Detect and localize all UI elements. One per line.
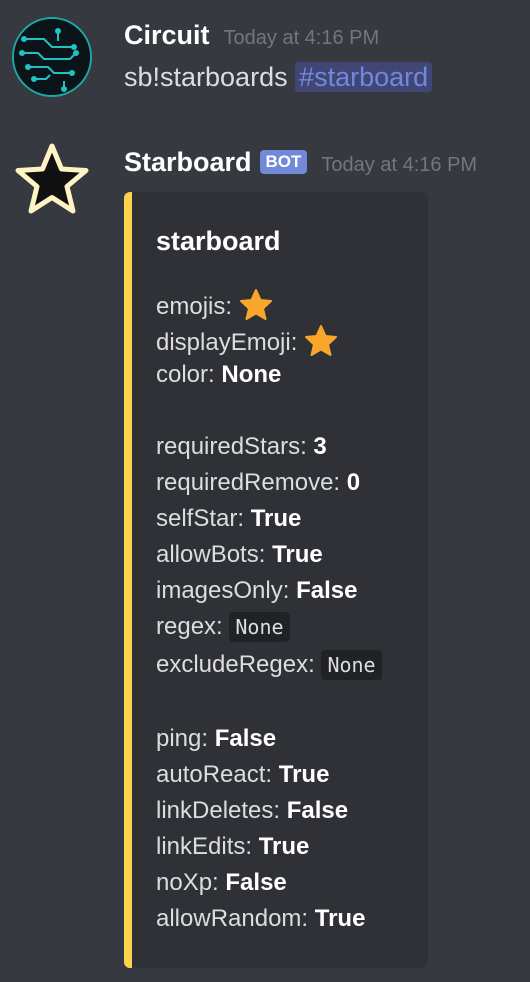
embed: starboard emojis: displayEmoji: color: N… bbox=[124, 192, 428, 968]
field-value: False bbox=[214, 725, 277, 752]
field-label: imagesOnly: bbox=[156, 577, 290, 604]
field-allowRandom: allowRandom: True bbox=[156, 904, 365, 934]
field-linkEdits: linkEdits: True bbox=[156, 832, 309, 862]
field-regex: regex: None bbox=[156, 612, 290, 642]
field-value: None bbox=[221, 361, 282, 388]
field-label: noXp: bbox=[156, 869, 219, 896]
field-ping: ping: False bbox=[156, 724, 276, 754]
field-label: emojis: bbox=[156, 293, 233, 320]
field-label: ping: bbox=[156, 725, 209, 752]
channel-mention[interactable]: #starboard bbox=[295, 62, 433, 92]
field-value: False bbox=[286, 797, 349, 824]
star-outline-icon[interactable] bbox=[12, 140, 92, 220]
field-label: color: bbox=[156, 361, 215, 388]
message-content: sb!starboards #starboard bbox=[124, 62, 433, 93]
field-color: color: None bbox=[156, 360, 281, 390]
field-value: True bbox=[272, 541, 323, 568]
field-value-code: None bbox=[321, 650, 382, 680]
username[interactable]: Starboard bbox=[124, 147, 252, 177]
field-value: True bbox=[278, 761, 330, 788]
field-label: allowRandom: bbox=[156, 905, 309, 932]
field-allowBots: allowBots: True bbox=[156, 540, 323, 570]
username[interactable]: Circuit bbox=[124, 20, 210, 50]
field-label: requiredRemove: bbox=[156, 469, 341, 496]
field-excludeRegex: excludeRegex: None bbox=[156, 650, 382, 680]
field-label: autoReact: bbox=[156, 761, 273, 788]
star-emoji-icon bbox=[239, 289, 272, 320]
field-noXp: noXp: False bbox=[156, 868, 287, 898]
field-value: 0 bbox=[346, 469, 361, 496]
star-emoji-icon bbox=[305, 325, 338, 356]
field-autoReact: autoReact: True bbox=[156, 760, 329, 790]
field-label: linkEdits: bbox=[156, 833, 253, 860]
message-text: sb!starboards bbox=[124, 62, 288, 92]
field-value: False bbox=[225, 869, 287, 896]
circuit-board-icon[interactable] bbox=[12, 17, 92, 97]
field-value: 3 bbox=[313, 433, 327, 460]
field-label: requiredStars: bbox=[156, 433, 307, 460]
field-linkDeletes: linkDeletes: False bbox=[156, 796, 348, 826]
field-value-code: None bbox=[229, 612, 290, 642]
field-requiredRemove: requiredRemove: 0 bbox=[156, 468, 360, 498]
timestamp: Today at 4:16 PM bbox=[223, 27, 380, 49]
field-label: displayEmoji: bbox=[156, 329, 298, 356]
field-value: True bbox=[258, 833, 310, 860]
embed-title: starboard bbox=[156, 226, 281, 256]
field-label: selfStar: bbox=[156, 505, 245, 532]
field-displayEmoji: displayEmoji: bbox=[156, 324, 338, 358]
field-selfStar: selfStar: True bbox=[156, 504, 301, 534]
field-value: True bbox=[250, 505, 302, 532]
message-header: Circuit Today at 4:16 PM bbox=[124, 20, 379, 51]
timestamp: Today at 4:16 PM bbox=[321, 154, 478, 176]
field-label: linkDeletes: bbox=[156, 797, 281, 824]
field-label: regex: bbox=[156, 613, 223, 640]
field-value: False bbox=[296, 577, 358, 604]
field-label: excludeRegex: bbox=[156, 651, 315, 678]
field-requiredStars: requiredStars: 3 bbox=[156, 432, 327, 462]
field-label: allowBots: bbox=[156, 541, 266, 568]
field-emojis: emojis: bbox=[156, 288, 273, 322]
field-imagesOnly: imagesOnly: False bbox=[156, 576, 357, 606]
bot-tag: BOT bbox=[259, 150, 308, 174]
message-header: Starboard BOT Today at 4:16 PM bbox=[124, 147, 477, 178]
field-value: True bbox=[314, 905, 366, 932]
